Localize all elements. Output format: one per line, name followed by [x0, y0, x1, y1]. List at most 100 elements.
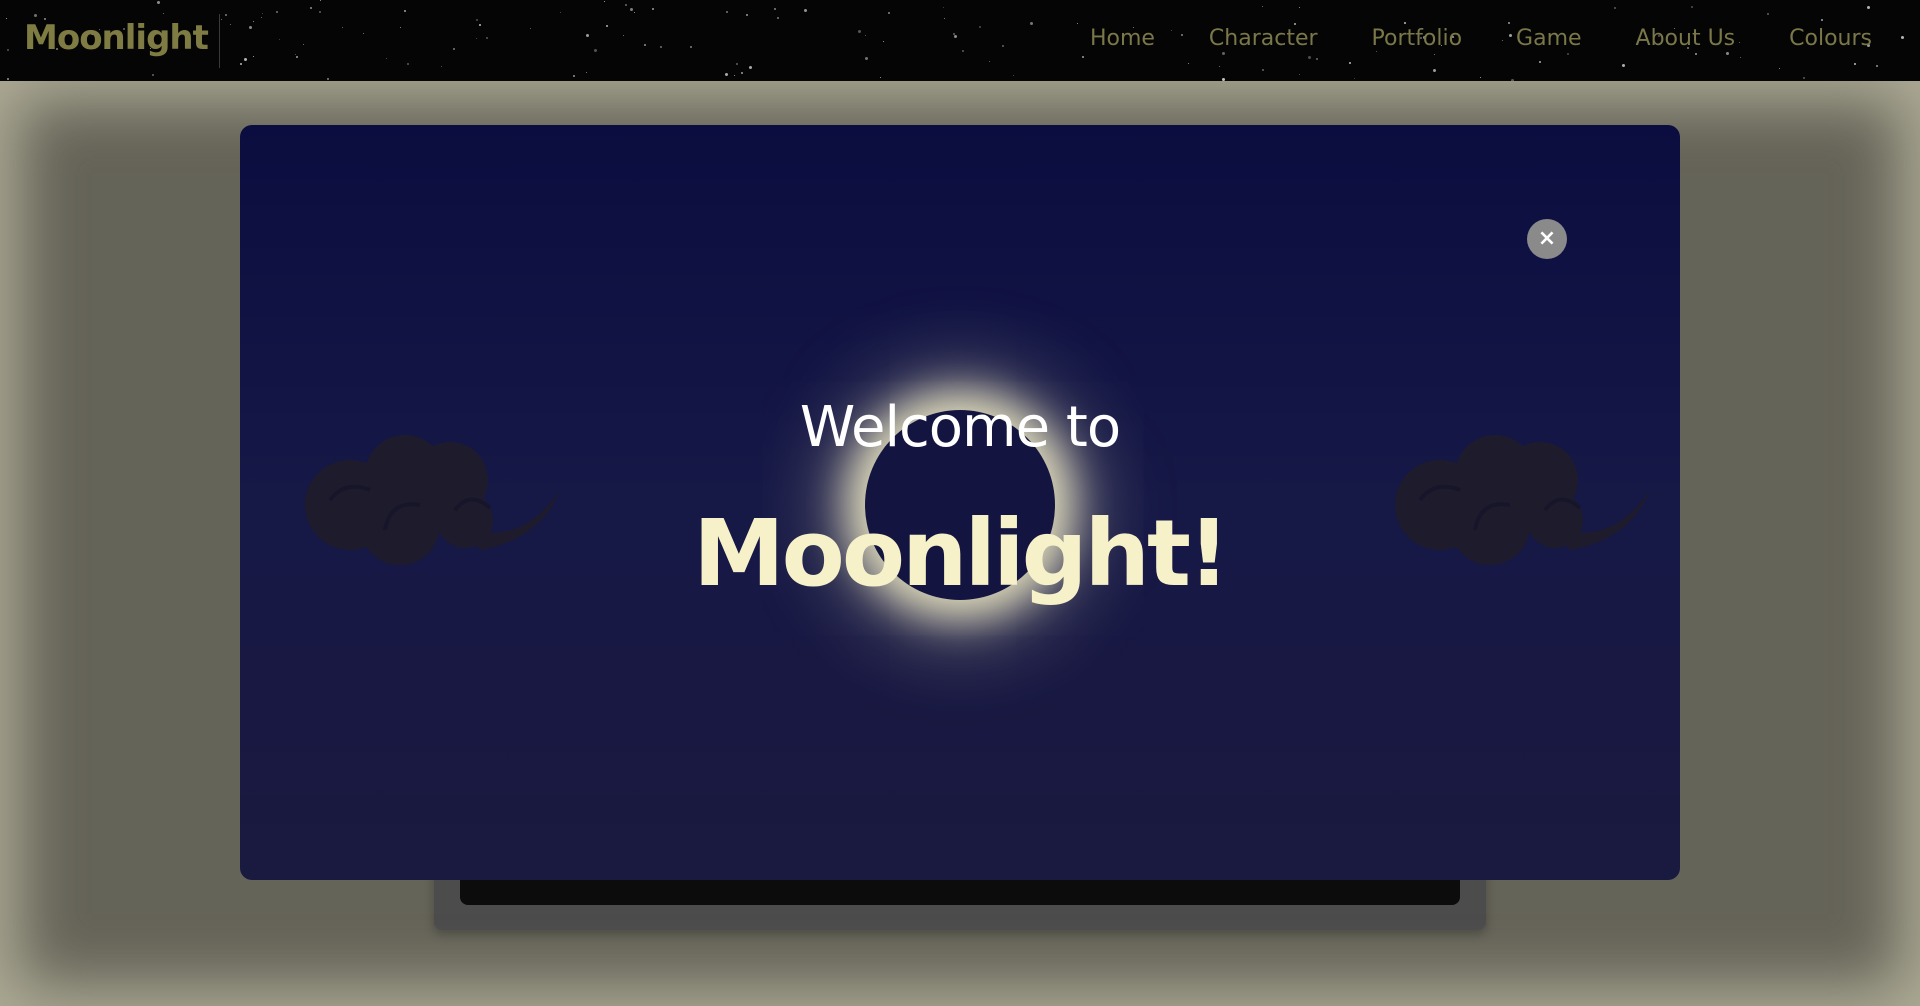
star [261, 17, 262, 18]
nav-link-colours[interactable]: Colours [1789, 26, 1872, 51]
star [1821, 19, 1823, 21]
star [1726, 52, 1729, 55]
star [1740, 57, 1741, 58]
star [962, 50, 964, 52]
star [1622, 64, 1625, 67]
nav-link-home[interactable]: Home [1090, 26, 1155, 51]
star [594, 49, 597, 52]
star [1867, 6, 1870, 9]
star [1876, 65, 1878, 67]
star [1262, 69, 1264, 71]
star [303, 44, 304, 45]
star [989, 61, 990, 62]
star [606, 25, 608, 27]
star [888, 12, 890, 14]
star [774, 8, 776, 10]
brand-divider [219, 14, 220, 68]
star [240, 63, 242, 65]
star [734, 75, 735, 76]
star [1767, 13, 1769, 15]
star [623, 35, 624, 36]
star [441, 66, 442, 67]
star [6, 18, 7, 19]
star [1222, 78, 1225, 81]
star [253, 56, 254, 57]
star [1567, 53, 1569, 55]
welcome-heading: Welcome to [799, 395, 1121, 460]
modal-title: Moonlight! [693, 500, 1230, 607]
star [586, 72, 587, 73]
star [1308, 56, 1311, 59]
star [725, 73, 728, 76]
star [644, 44, 646, 46]
nav-link-game[interactable]: Game [1516, 26, 1582, 51]
close-button[interactable]: × [1527, 219, 1567, 259]
star [1262, 6, 1263, 7]
star [746, 14, 748, 16]
star [479, 24, 481, 26]
nav-link-about-us[interactable]: About Us [1636, 26, 1736, 51]
star [1433, 69, 1436, 72]
star [634, 12, 635, 13]
star [1434, 54, 1435, 55]
star [221, 19, 222, 20]
star [296, 56, 298, 58]
star [476, 38, 477, 39]
brand-logo[interactable]: Moonlight [24, 18, 209, 58]
nav-links: Home Character Portfolio Game About Us C… [1036, 26, 1872, 51]
star [741, 72, 743, 74]
star [363, 33, 364, 34]
star [276, 11, 278, 13]
star [660, 46, 662, 48]
star [880, 77, 881, 78]
star [1404, 22, 1406, 24]
nav-link-character[interactable]: Character [1209, 26, 1318, 51]
star [253, 21, 254, 22]
star [979, 26, 981, 28]
star [749, 66, 752, 69]
star [230, 24, 231, 25]
star [1695, 53, 1697, 55]
star [1294, 23, 1296, 25]
star [573, 75, 575, 77]
star [944, 18, 945, 19]
star [1299, 74, 1300, 75]
star [7, 78, 9, 80]
star [1901, 36, 1904, 39]
star [954, 35, 957, 38]
star [163, 13, 164, 14]
star [262, 13, 263, 14]
star [586, 34, 589, 37]
star [486, 37, 488, 39]
star [295, 54, 296, 55]
star [1219, 66, 1220, 67]
star [1013, 75, 1014, 76]
star [320, 0, 321, 1]
star [883, 41, 884, 42]
star [1803, 77, 1805, 79]
star [1349, 62, 1351, 64]
star [1077, 23, 1078, 24]
star [249, 26, 252, 29]
star [157, 1, 160, 4]
star [404, 10, 406, 12]
star [476, 19, 478, 21]
star [1854, 63, 1856, 65]
star [726, 11, 728, 13]
star [943, 7, 944, 8]
star [652, 8, 654, 10]
star [1030, 22, 1033, 25]
star [407, 63, 409, 65]
star [1376, 51, 1377, 52]
nav-link-portfolio[interactable]: Portfolio [1372, 26, 1463, 51]
star [1188, 63, 1189, 64]
star [152, 74, 154, 76]
star [400, 27, 401, 28]
star [1480, 77, 1481, 78]
star [1779, 68, 1780, 69]
star [225, 14, 227, 16]
star [342, 27, 343, 28]
star [604, 1, 605, 2]
star [1539, 61, 1541, 63]
star [804, 9, 807, 12]
